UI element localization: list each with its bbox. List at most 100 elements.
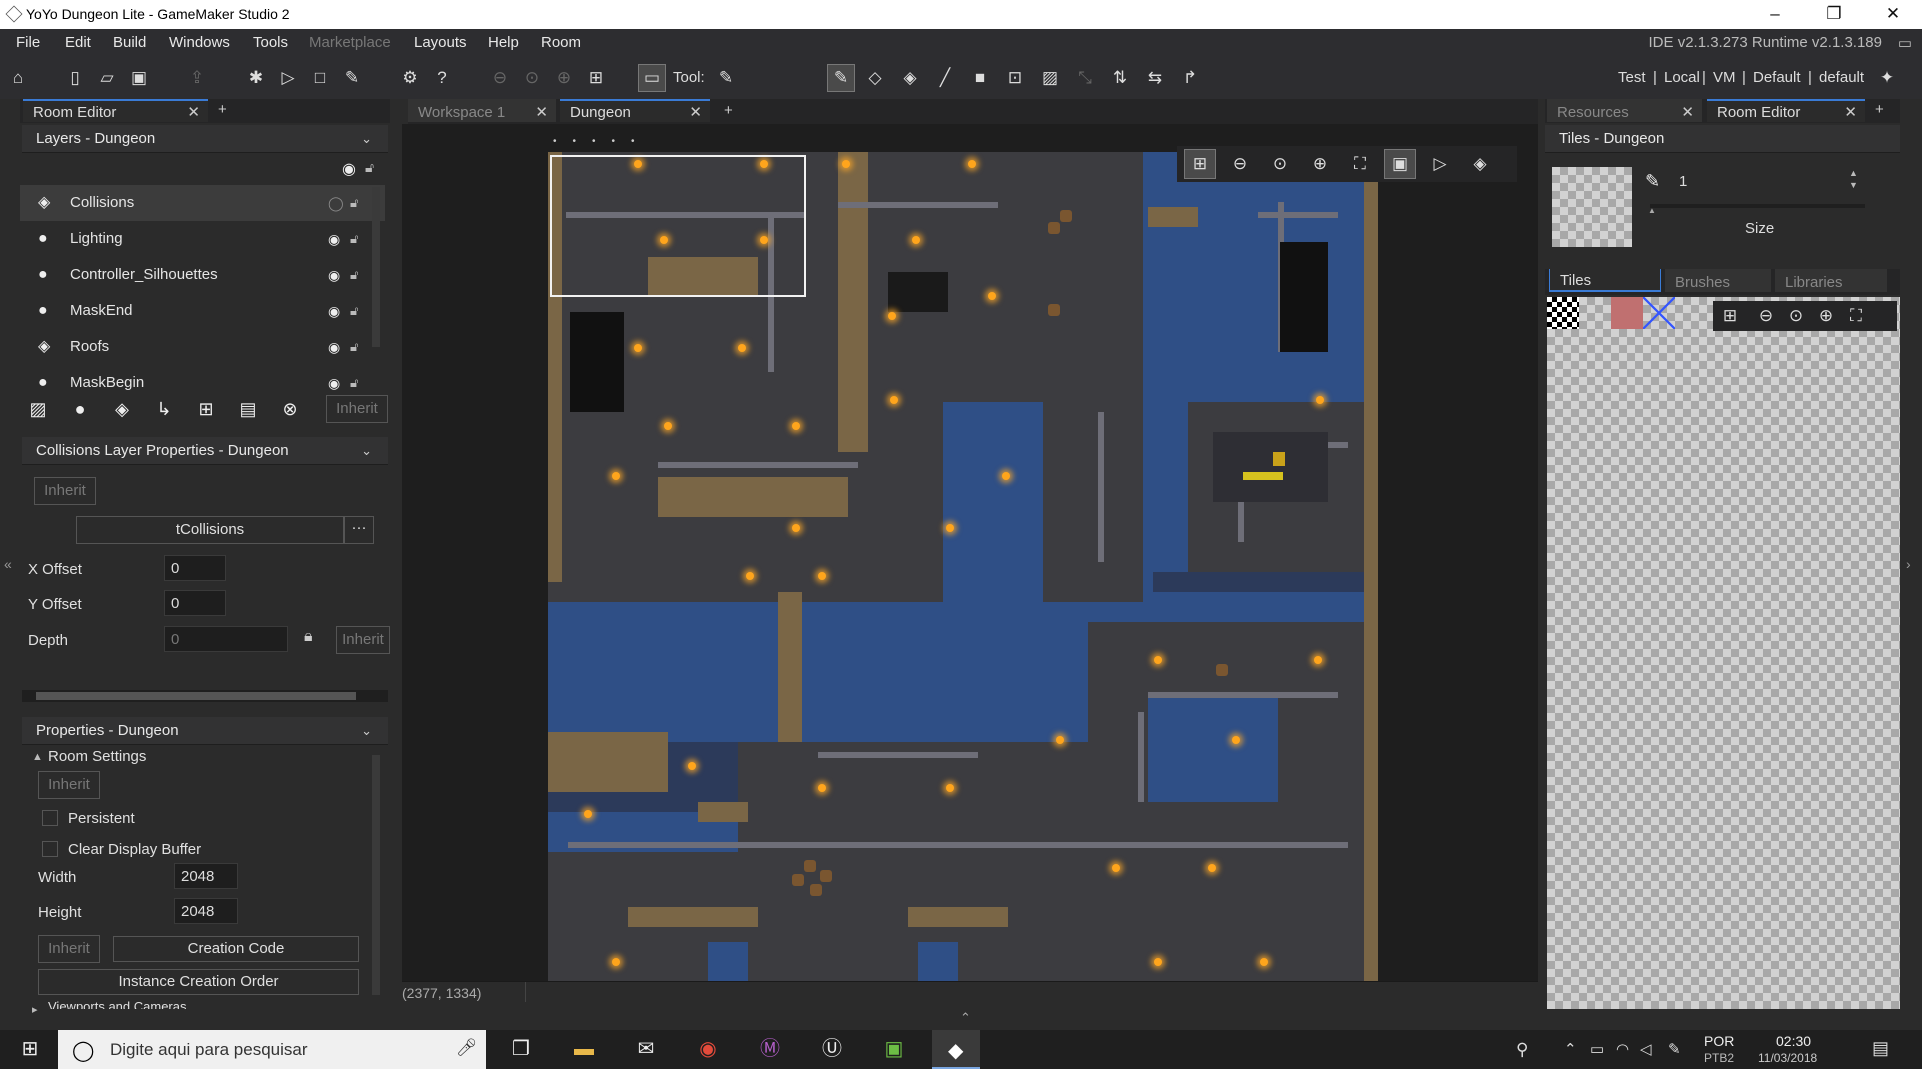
unreal-engine-icon[interactable]: Ⓤ	[808, 1030, 856, 1069]
rectangle-fill-tool-icon[interactable]: ■	[967, 65, 993, 91]
image-app-icon[interactable]: ▣	[870, 1030, 918, 1069]
properties-h-scrollbar[interactable]	[22, 690, 388, 702]
target-default-device[interactable]: default	[1819, 69, 1864, 86]
tileset-select[interactable]: tCollisions	[76, 516, 344, 544]
zoom-in-icon[interactable]: ⊕	[551, 65, 577, 91]
slider-thumb[interactable]: ▲	[1648, 206, 1656, 215]
properties-v-scrollbar[interactable]	[372, 755, 380, 995]
tile-collision-cross[interactable]	[1643, 297, 1675, 329]
layer-row-lighting[interactable]: ● Lighting ◉ 🔓︎	[20, 221, 385, 257]
grid-toggle-icon[interactable]: ⊞	[1715, 302, 1745, 330]
screen-mode-icon[interactable]: ▭	[638, 64, 666, 92]
camera-view-rectangle[interactable]	[550, 155, 806, 297]
add-tab-icon[interactable]: +	[724, 102, 733, 119]
taskbar-search-box[interactable]: ◯ Digite aqui para pesquisar 🎤︎	[58, 1030, 486, 1069]
chevron-down-icon[interactable]: ⌄	[361, 717, 372, 745]
save-icon[interactable]: ▣	[126, 65, 152, 91]
target-settings-icon[interactable]: ✦	[1874, 65, 1900, 91]
fit-to-screen-icon[interactable]: ⛶	[1841, 302, 1871, 330]
inherit-depth-button[interactable]: Inherit	[336, 626, 390, 654]
layer-row-roofs[interactable]: ◈ Roofs ◉ 🔓︎	[20, 329, 385, 365]
select-tool-icon[interactable]: ⊡	[1002, 65, 1028, 91]
viewports-label[interactable]: Viewports and Cameras	[48, 999, 187, 1009]
battery-icon[interactable]: ▭	[1590, 1040, 1604, 1058]
lock-icon[interactable]: 🔓︎	[350, 221, 358, 257]
debug-icon[interactable]: ✱	[243, 65, 269, 91]
mail-icon[interactable]: ✉	[622, 1030, 670, 1069]
play-animation-icon[interactable]: ▷	[1425, 150, 1455, 178]
zoom-out-icon[interactable]: ⊖	[1225, 150, 1255, 178]
instance-creation-order-button[interactable]: Instance Creation Order	[38, 969, 359, 995]
pencil-tool-icon[interactable]: ✎	[827, 64, 855, 92]
properties-header[interactable]: Properties - Dungeon ⌄	[22, 717, 388, 745]
zoom-in-icon[interactable]: ⊕	[1811, 302, 1841, 330]
zoom-reset-icon[interactable]: ⊙	[519, 65, 545, 91]
depth-input[interactable]: 0	[164, 626, 288, 652]
pen-workspace-icon[interactable]: ✎	[1668, 1040, 1681, 1058]
action-center-icon[interactable]: ▤	[1872, 1038, 1889, 1059]
creation-code-button[interactable]: Creation Code	[113, 936, 359, 962]
menu-marketplace[interactable]: Marketplace	[309, 34, 391, 51]
tileset-canvas[interactable]: ⊞ ⊖ ⊙ ⊕ ⛶	[1547, 297, 1900, 1009]
app-m-icon[interactable]: Ⓜ	[746, 1030, 794, 1069]
layers-section-header[interactable]: Layers - Dungeon ⌄	[22, 125, 388, 153]
collapse-right-panel-icon[interactable]: ›	[1906, 556, 1911, 572]
wifi-icon[interactable]: ◠	[1616, 1040, 1629, 1058]
keyboard-layout[interactable]: PTB2	[1704, 1051, 1734, 1065]
file-explorer-icon[interactable]: ▬	[560, 1030, 608, 1069]
minimize-button[interactable]: –	[1746, 0, 1804, 29]
brush-size-input[interactable]: 1	[1673, 169, 1845, 195]
chrome-icon[interactable]: ◉	[684, 1030, 732, 1069]
lock-icon[interactable]: 🔓︎	[350, 293, 358, 329]
home-icon[interactable]: ⌂	[5, 65, 31, 91]
layer-row-controller-silhouettes[interactable]: ● Controller_Silhouettes ◉ 🔓︎	[20, 257, 385, 293]
target-default-config[interactable]: Default	[1753, 69, 1801, 86]
collisions-properties-header[interactable]: Collisions Layer Properties - Dungeon ⌄	[22, 437, 388, 465]
add-tile-layer-icon[interactable]: ◈	[108, 395, 136, 423]
open-project-icon[interactable]: ▱	[94, 65, 120, 91]
collapse-triangle-icon[interactable]: ▲	[32, 751, 43, 763]
zoom-out-icon[interactable]: ⊖	[487, 65, 513, 91]
eye-icon[interactable]: ◉	[328, 257, 340, 293]
persistent-checkbox[interactable]	[42, 810, 58, 826]
lock-icon[interactable]: 🔓︎	[350, 329, 358, 365]
fill-tool-icon[interactable]: ▨	[1037, 65, 1063, 91]
clock-time[interactable]: 02:30	[1776, 1033, 1811, 1049]
tab-resources[interactable]: Resources ✕	[1547, 99, 1702, 122]
people-icon[interactable]: ⚲	[1516, 1040, 1528, 1060]
inherit-creation-code-button[interactable]: Inherit	[38, 935, 100, 963]
clean-icon[interactable]: ✎	[339, 65, 365, 91]
volume-icon[interactable]: ◁	[1640, 1040, 1652, 1058]
eye-icon[interactable]: ◉	[328, 293, 340, 329]
tile-empty[interactable]	[1547, 297, 1579, 329]
flip-vertical-icon[interactable]: ⇅	[1107, 65, 1133, 91]
zoom-out-icon[interactable]: ⊖	[1751, 302, 1781, 330]
settings-gear-icon[interactable]: ⚙	[397, 65, 423, 91]
show-view-icon[interactable]: ▣	[1384, 149, 1416, 179]
brush-size-spinner[interactable]: ▲ ▼	[1849, 167, 1858, 191]
zoom-in-icon[interactable]: ⊕	[1305, 150, 1335, 178]
task-view-icon[interactable]: ❐	[497, 1030, 545, 1069]
inherit-layer-button[interactable]: Inherit	[34, 477, 96, 505]
menu-layouts[interactable]: Layouts	[414, 34, 467, 51]
layer-row-maskend[interactable]: ● MaskEnd ◉ 🔓︎	[20, 293, 385, 329]
all-lock-icon[interactable]: 🔓︎	[365, 159, 374, 176]
menu-help[interactable]: Help	[488, 34, 519, 51]
menu-tools[interactable]: Tools	[253, 34, 288, 51]
collapse-left-panel-icon[interactable]: «	[4, 556, 12, 572]
lock-icon[interactable]: 🔓︎	[350, 257, 358, 293]
tab-workspace-1[interactable]: Workspace 1 ✕	[408, 99, 556, 122]
line-tool-icon[interactable]: ╱	[932, 65, 958, 91]
close-icon[interactable]: ✕	[689, 101, 702, 124]
room-height-input[interactable]: 2048	[174, 898, 238, 924]
chevron-down-icon[interactable]: ⌄	[361, 125, 372, 153]
y-offset-input[interactable]: 0	[164, 590, 226, 616]
add-asset-layer-icon[interactable]: ⊞	[192, 395, 220, 423]
tab-room-editor[interactable]: Room Editor ✕	[23, 99, 208, 122]
tab-dungeon[interactable]: Dungeon ✕	[560, 99, 710, 122]
help-icon[interactable]: ?	[429, 65, 455, 91]
layer-filter-icon[interactable]: ◈	[1465, 150, 1495, 178]
rotate-tool-icon[interactable]: ⤡	[1072, 65, 1098, 91]
subtab-libraries[interactable]: Libraries	[1775, 269, 1887, 292]
target-local[interactable]: Local	[1664, 69, 1700, 86]
